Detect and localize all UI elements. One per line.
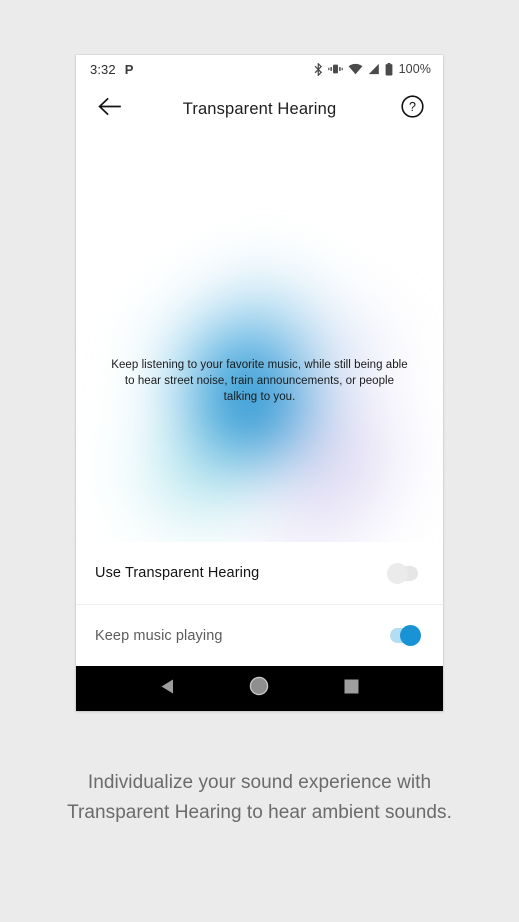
toggle-use-transparent-hearing[interactable] bbox=[387, 562, 421, 584]
setting-row-use-transparent-hearing[interactable]: Use Transparent Hearing bbox=[76, 542, 443, 604]
app-bar: Transparent Hearing ? bbox=[76, 83, 443, 135]
recents-square-icon bbox=[344, 679, 359, 699]
back-arrow-icon bbox=[97, 97, 121, 121]
status-bar-left: 3:32 P bbox=[90, 62, 133, 77]
nav-recents-button[interactable] bbox=[333, 671, 369, 707]
setting-label-use-transparent-hearing: Use Transparent Hearing bbox=[95, 565, 260, 581]
nav-back-button[interactable] bbox=[150, 671, 186, 707]
android-nav-bar bbox=[76, 666, 443, 711]
phone-mockup: 3:32 P 100% Transparent Hearing ? Keep l… bbox=[76, 55, 443, 711]
setting-row-keep-music-playing[interactable]: Keep music playing bbox=[76, 604, 443, 666]
help-button[interactable]: ? bbox=[397, 94, 427, 124]
home-circle-icon bbox=[249, 676, 269, 701]
page-caption: Individualize your sound experience with… bbox=[67, 772, 452, 823]
page-title: Transparent Hearing bbox=[182, 99, 337, 118]
wifi-icon bbox=[348, 63, 363, 75]
toggle-knob bbox=[387, 562, 408, 584]
svg-text:?: ? bbox=[409, 100, 416, 114]
nav-home-button[interactable] bbox=[241, 671, 277, 707]
battery-icon bbox=[385, 62, 393, 76]
battery-percent-label: 100% bbox=[398, 62, 431, 76]
hero-section: Keep listening to your favorite music, w… bbox=[76, 135, 443, 542]
status-bar: 3:32 P 100% bbox=[76, 55, 443, 83]
notification-p-icon: P bbox=[124, 61, 134, 77]
hero-description: Keep listening to your favorite music, w… bbox=[111, 359, 408, 403]
help-circle-icon: ? bbox=[400, 95, 424, 123]
status-bar-right: 100% bbox=[314, 62, 431, 76]
toggle-knob bbox=[400, 625, 421, 646]
vibrate-icon bbox=[327, 63, 343, 75]
status-bar-clock: 3:32 bbox=[90, 61, 116, 77]
toggle-keep-music-playing[interactable] bbox=[387, 625, 421, 646]
back-button[interactable] bbox=[94, 94, 124, 124]
blob-layer-lavender bbox=[236, 467, 386, 542]
cellular-signal-icon bbox=[368, 63, 380, 75]
blob-layer-teal bbox=[124, 395, 274, 542]
settings-list: Use Transparent Hearing Keep music playi… bbox=[76, 542, 443, 666]
back-triangle-icon bbox=[160, 678, 176, 700]
bluetooth-icon bbox=[314, 62, 323, 76]
setting-label-keep-music-playing: Keep music playing bbox=[95, 627, 223, 644]
